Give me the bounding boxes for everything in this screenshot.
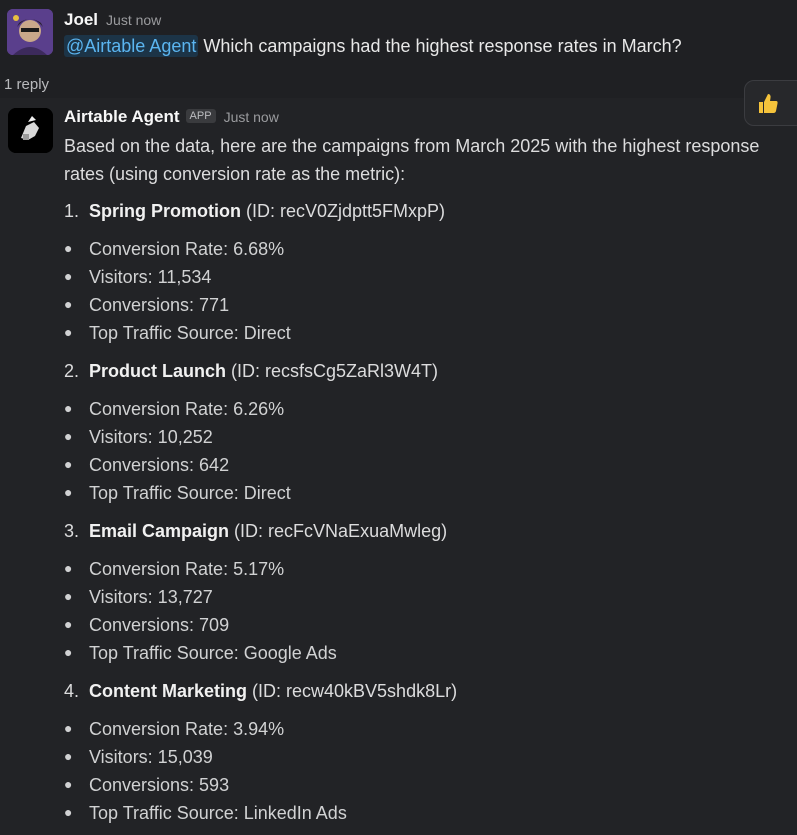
user-message-header: Joel Just now — [64, 10, 161, 30]
bullet-icon: ● — [64, 804, 73, 820]
bullet-icon: ● — [64, 588, 73, 604]
stat-line: ● Conversions: 593 — [64, 775, 229, 796]
stat-text: Visitors: 11,534 — [89, 267, 212, 287]
stat-text: Conversion Rate: 5.17% — [89, 559, 285, 579]
campaign-item: 1. Spring Promotion (ID: recV0Zjdptt5FMxp… — [64, 201, 445, 222]
stat-line: ● Conversions: 642 — [64, 455, 229, 476]
list-number: 1. — [64, 201, 80, 221]
stat-line: ● Conversion Rate: 5.17% — [64, 559, 284, 580]
bullet-icon: ● — [64, 616, 73, 632]
user-message-text: @Airtable Agent Which campaigns had the … — [64, 35, 682, 57]
stat-text: Conversions: 709 — [89, 615, 230, 635]
bullet-icon: ● — [64, 400, 73, 416]
list-number: 3. — [64, 521, 80, 541]
stat-line: ● Top Traffic Source: Direct — [64, 323, 291, 344]
stat-line: ● Top Traffic Source: Direct — [64, 483, 291, 504]
stat-text: Visitors: 13,727 — [89, 587, 213, 607]
stat-text: Top Traffic Source: LinkedIn Ads — [89, 803, 347, 823]
reaction-button[interactable] — [744, 80, 797, 126]
stat-text: Conversions: 593 — [89, 775, 230, 795]
answer-intro: Based on the data, here are the campaign… — [64, 136, 760, 184]
thumbs-up-icon — [759, 94, 778, 113]
stat-text: Top Traffic Source: Direct — [89, 323, 291, 343]
bullet-icon: ● — [64, 484, 73, 500]
stat-line: ● Conversions: 709 — [64, 615, 229, 636]
campaign-id: (ID: recV0Zjdptt5FMxpP) — [241, 201, 446, 221]
mention-airtable-agent[interactable]: @Airtable Agent — [64, 35, 199, 57]
campaign-id: (ID: recsfsCg5ZaRl3W4T) — [226, 361, 439, 381]
stat-text: Conversion Rate: 6.26% — [89, 399, 285, 419]
user-name[interactable]: Joel — [64, 10, 98, 29]
stat-line: ● Conversion Rate: 6.26% — [64, 399, 284, 420]
bullet-icon: ● — [64, 644, 73, 660]
stat-text: Top Traffic Source: Direct — [89, 483, 291, 503]
stat-text: Top Traffic Source: Google Ads — [89, 643, 337, 663]
stat-line: ● Visitors: 10,252 — [64, 427, 213, 448]
bullet-icon: ● — [64, 456, 73, 472]
stat-text: Visitors: 10,252 — [89, 427, 213, 447]
bullet-icon: ● — [64, 748, 73, 764]
app-badge: APP — [185, 109, 216, 123]
campaign-item: 3. Email Campaign (ID: recFcVNaExuaMwleg) — [64, 521, 447, 542]
stat-line: ● Conversion Rate: 6.68% — [64, 239, 284, 260]
bullet-icon: ● — [64, 324, 73, 340]
airtable-agent-logo-icon — [8, 108, 53, 153]
agent-message-time[interactable]: Just now — [224, 109, 279, 125]
campaign-name: Email Campaign — [89, 521, 230, 541]
bullet-icon: ● — [64, 428, 73, 444]
agent-avatar[interactable] — [8, 108, 53, 153]
list-number: 4. — [64, 681, 80, 701]
avatar-image-icon — [7, 9, 53, 55]
stat-line: ● Visitors: 13,727 — [64, 587, 213, 608]
bullet-icon: ● — [64, 268, 73, 284]
user-avatar[interactable] — [7, 9, 53, 55]
thread-reply-count[interactable]: 1 reply — [4, 76, 49, 93]
stat-line: ● Top Traffic Source: LinkedIn Ads — [64, 803, 347, 824]
stat-line: ● Visitors: 11,534 — [64, 267, 211, 288]
stat-text: Conversions: 771 — [89, 295, 230, 315]
bullet-icon: ● — [64, 240, 73, 256]
list-number: 2. — [64, 361, 80, 381]
stat-line: ● Top Traffic Source: Google Ads — [64, 643, 337, 664]
campaign-item: 2. Product Launch (ID: recsfsCg5ZaRl3W4T) — [64, 361, 438, 382]
campaign-name: Content Marketing — [89, 681, 248, 701]
bullet-icon: ● — [64, 296, 73, 312]
campaign-id: (ID: recFcVNaExuaMwleg) — [229, 521, 448, 541]
agent-message-header: Airtable Agent APP Just now — [64, 107, 279, 127]
stat-text: Conversions: 642 — [89, 455, 230, 475]
question-text: Which campaigns had the highest response… — [198, 36, 682, 56]
agent-name[interactable]: Airtable Agent — [64, 107, 180, 126]
stat-line: ● Visitors: 15,039 — [64, 747, 213, 768]
bullet-icon: ● — [64, 776, 73, 792]
user-message: Joel Just now @Airtable Agent Which campa… — [0, 0, 797, 100]
campaign-name: Spring Promotion — [89, 201, 241, 221]
stat-text: Visitors: 15,039 — [89, 747, 213, 767]
user-message-time[interactable]: Just now — [106, 12, 161, 28]
campaign-item: 4. Content Marketing (ID: recw40kBV5shdk8… — [64, 681, 457, 702]
stat-line: ● Conversions: 771 — [64, 295, 229, 316]
stat-line: ● Conversion Rate: 3.94% — [64, 719, 284, 740]
bullet-icon: ● — [64, 720, 73, 736]
bullet-icon: ● — [64, 560, 73, 576]
campaign-name: Product Launch — [89, 361, 227, 381]
stat-text: Conversion Rate: 6.68% — [89, 239, 285, 259]
stat-text: Conversion Rate: 3.94% — [89, 719, 285, 739]
campaign-id: (ID: recw40kBV5shdk8Lr) — [247, 681, 458, 701]
